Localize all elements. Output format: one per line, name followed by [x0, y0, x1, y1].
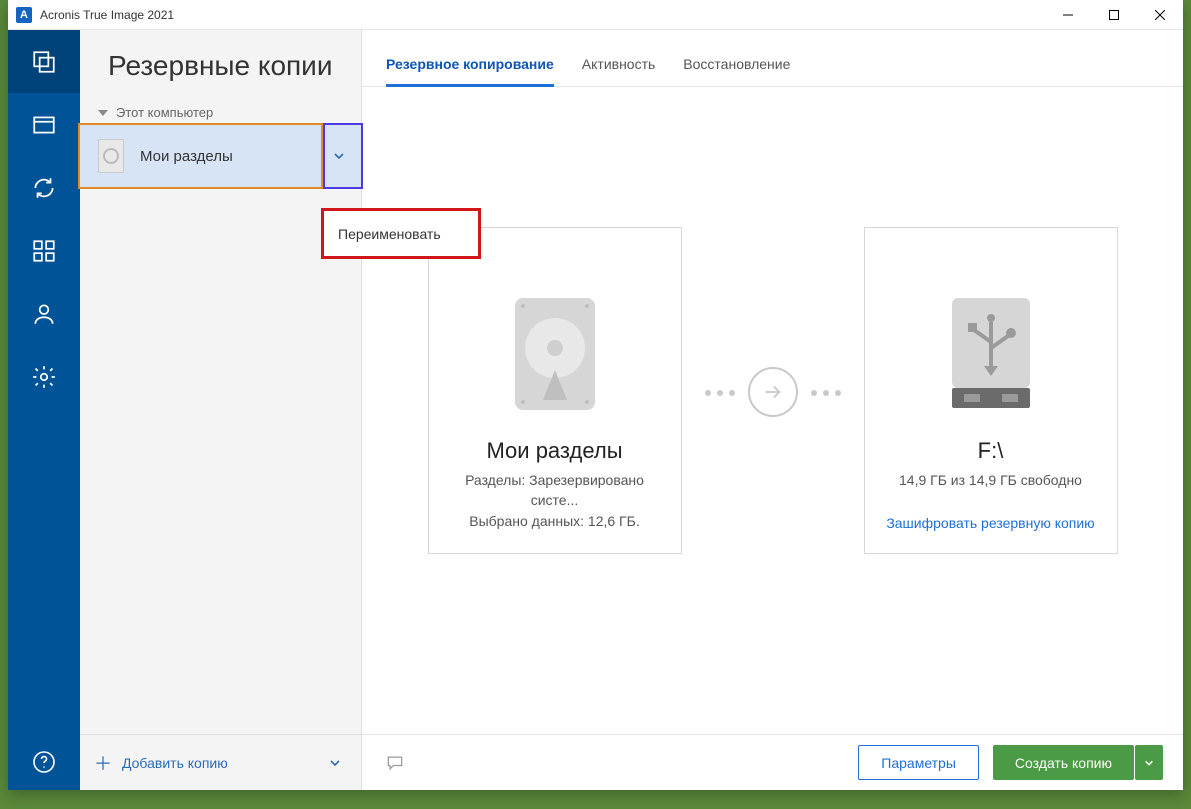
app-window: A Acronis True Image 2021: [8, 0, 1183, 790]
titlebar: A Acronis True Image 2021: [8, 0, 1183, 30]
chevron-down-icon[interactable]: [323, 751, 347, 775]
tree-group-label: Этот компьютер: [116, 105, 213, 120]
nav-rail: [8, 30, 80, 790]
hdd-icon: [509, 296, 601, 412]
tree-group-header[interactable]: Этот компьютер: [80, 101, 361, 124]
tab-activity[interactable]: Активность: [582, 56, 656, 86]
nav-settings[interactable]: [8, 345, 80, 408]
dest-line1: 14,9 ГБ из 14,9 ГБ свободно: [883, 470, 1098, 490]
window-title: Acronis True Image 2021: [40, 8, 1045, 22]
destination-card[interactable]: F:\ 14,9 ГБ из 14,9 ГБ свободно Зашифров…: [864, 227, 1118, 554]
panel-heading: Резервные копии: [80, 30, 361, 83]
backup-panel: Резервные копии Этот компьютер Мои разде…: [80, 30, 362, 790]
context-menu-rename-label: Переименовать: [338, 226, 441, 242]
comment-button[interactable]: [382, 750, 408, 776]
tab-bar: Резервное копирование Активность Восстан…: [362, 30, 1183, 87]
nav-sync[interactable]: [8, 156, 80, 219]
arrow-right-icon: [748, 367, 798, 417]
content-area: Резервное копирование Активность Восстан…: [362, 30, 1183, 790]
add-backup-label: Добавить копию: [122, 755, 228, 771]
tab-backup[interactable]: Резервное копирование: [386, 56, 554, 86]
plus-icon: ＋: [94, 750, 112, 776]
context-menu-rename[interactable]: Переименовать: [321, 208, 481, 259]
source-card[interactable]: Мои разделы Разделы: Зарезервировано сис…: [428, 227, 682, 554]
backup-item-label: Мои разделы: [140, 148, 327, 165]
create-backup-button[interactable]: Создать копию: [993, 745, 1134, 780]
source-line2: Выбрано данных: 12,6 ГБ.: [453, 511, 655, 531]
source-line1: Разделы: Зарезервировано систе...: [429, 470, 681, 511]
encrypt-link[interactable]: Зашифровать резервную копию: [886, 515, 1094, 531]
arrow-divider: [702, 367, 844, 417]
window-controls: [1045, 0, 1183, 30]
backup-item[interactable]: Мои разделы: [80, 124, 361, 188]
nav-dashboard[interactable]: [8, 219, 80, 282]
disk-icon: [98, 139, 124, 173]
maximize-button[interactable]: [1091, 0, 1137, 30]
usb-drive-icon: [942, 296, 1040, 412]
speech-bubble-icon: [385, 753, 405, 773]
dest-title: F:\: [978, 438, 1004, 464]
source-title: Мои разделы: [486, 438, 622, 464]
stack-icon: [31, 49, 57, 75]
user-icon: [31, 301, 57, 327]
backup-stage: Мои разделы Разделы: Зарезервировано сис…: [362, 87, 1183, 734]
help-icon: [32, 750, 56, 774]
app-icon: A: [16, 7, 32, 23]
create-backup-menu-button[interactable]: [1135, 745, 1163, 780]
nav-backup[interactable]: [8, 30, 80, 93]
footer-bar: Параметры Создать копию: [362, 734, 1183, 790]
nav-account[interactable]: [8, 282, 80, 345]
nav-help[interactable]: [8, 734, 80, 790]
nav-archive[interactable]: [8, 93, 80, 156]
params-button[interactable]: Параметры: [858, 745, 979, 780]
add-backup-button[interactable]: ＋ Добавить копию: [80, 734, 361, 790]
sync-icon: [31, 175, 57, 201]
grid-icon: [31, 238, 57, 264]
archive-icon: [31, 112, 57, 138]
backup-item-menu-button[interactable]: [327, 144, 351, 168]
tab-restore[interactable]: Восстановление: [683, 56, 790, 86]
close-button[interactable]: [1137, 0, 1183, 30]
gear-icon: [31, 364, 57, 390]
minimize-button[interactable]: [1045, 0, 1091, 30]
caret-down-icon: [98, 108, 108, 118]
